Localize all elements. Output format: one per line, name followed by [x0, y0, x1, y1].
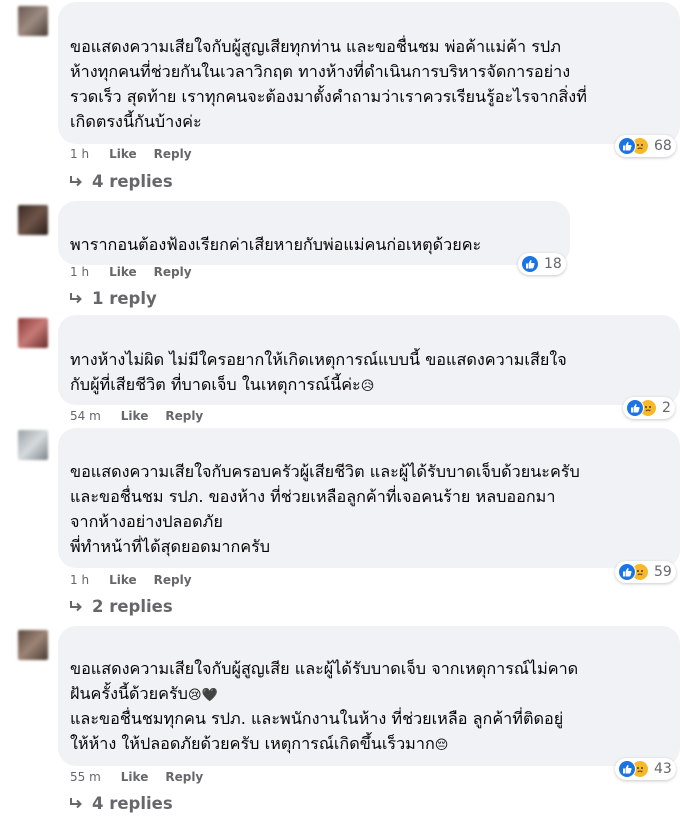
reply-button[interactable]: Reply	[154, 573, 192, 587]
crying-heart-emoji: 😢🖤	[187, 688, 218, 703]
reply-button[interactable]: Reply	[165, 770, 203, 784]
avatar[interactable]	[18, 630, 48, 660]
like-button[interactable]: Like	[109, 265, 137, 279]
timestamp[interactable]: 1 h	[70, 573, 89, 587]
replies-count: 1 reply	[92, 289, 157, 308]
reaction-summary[interactable]: 2	[623, 397, 675, 419]
like-button[interactable]: Like	[121, 770, 149, 784]
reaction-count: 43	[654, 761, 672, 777]
comment-text: ทางห้างไม่ผิด ไม่มีใครอยากให้เกิดเหตุการ…	[70, 347, 567, 397]
reply-arrow-icon	[70, 176, 82, 187]
comment-meta: 1 h Like Reply	[70, 147, 209, 161]
comment-meta: 1 h Like Reply	[70, 265, 209, 279]
comment-line: เกิดตรงนี้กันบ้างค่ะ	[70, 112, 202, 131]
reply-arrow-icon	[70, 293, 82, 304]
reaction-count: 68	[654, 138, 672, 154]
reaction-count: 59	[654, 564, 672, 580]
comment-feed: ขอแสดงความเสียใจกับผู้สูญเสียทุกท่าน และ…	[0, 0, 700, 820]
replies-count: 4 replies	[92, 794, 173, 813]
reaction-summary[interactable]: 59	[615, 561, 676, 583]
replies-count: 2 replies	[92, 597, 173, 616]
comment-line: ฝันครั้งนี้ด้วยครับ	[70, 684, 188, 703]
comment-text: ขอแสดงความเสียใจกับผู้สูญเสียทุกท่าน และ…	[70, 34, 587, 134]
reply-button[interactable]: Reply	[165, 409, 203, 423]
comment-text: พารากอนต้องฟ้องเรียกค่าเสียหายกับพ่อแม่ค…	[70, 232, 481, 257]
pensive-emoji: 😔	[434, 738, 449, 753]
timestamp[interactable]: 1 h	[70, 147, 89, 161]
sad-emoji: 😥	[360, 379, 375, 394]
reply-arrow-icon	[70, 798, 82, 809]
timestamp[interactable]: 1 h	[70, 265, 89, 279]
view-replies-link[interactable]: 1 reply	[68, 289, 157, 308]
like-button[interactable]: Like	[109, 147, 137, 161]
comment-line: รวดเร็ว สุดท้าย เราทุกคนจะต้องมาตั้งคำถา…	[70, 87, 587, 106]
view-replies-link[interactable]: 2 replies	[68, 597, 173, 616]
avatar[interactable]	[18, 318, 48, 348]
reaction-summary[interactable]: 18	[518, 253, 566, 275]
comment-line: ให้ห้าง ให้ปลอดภัยด้วยครับ เหตุการณ์เกิด…	[70, 734, 435, 753]
comment-line: และขอชื่นชม รปภ. ของห้าง ที่ช่วยเหลือลูก…	[70, 487, 556, 506]
timestamp[interactable]: 54 m	[70, 409, 101, 423]
comment-line: พารากอนต้องฟ้องเรียกค่าเสียหายกับพ่อแม่ค…	[70, 235, 482, 254]
comment-meta: 1 h Like Reply	[70, 573, 209, 587]
reaction-count: 2	[662, 400, 671, 416]
like-button[interactable]: Like	[121, 409, 149, 423]
comment-text: ขอแสดงความเสียใจกับผู้สูญเสีย และผู้ได้ร…	[70, 656, 578, 756]
like-icon	[521, 255, 539, 273]
like-icon	[626, 399, 644, 417]
like-icon	[618, 760, 636, 778]
replies-count: 4 replies	[92, 172, 173, 191]
reply-button[interactable]: Reply	[154, 147, 192, 161]
timestamp[interactable]: 55 m	[70, 770, 101, 784]
comment-line: ห้างทุกคนที่ช่วยกันในเวลาวิกฤต ทางห้างที…	[70, 62, 571, 81]
comment-line: และขอชื่นชมทุกคน รปภ. และพนักงานในห้าง ท…	[70, 709, 564, 728]
like-icon	[618, 563, 636, 581]
comment-meta: 54 m Like Reply	[70, 409, 220, 423]
reply-arrow-icon	[70, 601, 82, 612]
view-replies-link[interactable]: 4 replies	[68, 172, 173, 191]
comment-line: พี่ทำหน้าที่ได้สุดยอดมากครับ	[70, 537, 271, 556]
avatar[interactable]	[18, 205, 48, 235]
reaction-summary[interactable]: 68	[615, 135, 676, 157]
comment-meta: 55 m Like Reply	[70, 770, 220, 784]
avatar[interactable]	[18, 6, 48, 36]
comment-text: ขอแสดงความเสียใจกับครอบครัวผู้เสียชีวิต …	[70, 459, 580, 559]
like-icon	[618, 137, 636, 155]
reaction-summary[interactable]: 43	[615, 758, 676, 780]
comment-line: จากห้างอย่างปลอดภัย	[70, 512, 223, 531]
reply-button[interactable]: Reply	[154, 265, 192, 279]
comment-line: ขอแสดงความเสียใจกับผู้สูญเสียทุกท่าน และ…	[70, 37, 561, 56]
reaction-count: 18	[544, 256, 562, 272]
comment-line: ขอแสดงความเสียใจกับครอบครัวผู้เสียชีวิต …	[70, 462, 580, 481]
comment-line: ทางห้างไม่ผิด ไม่มีใครอยากให้เกิดเหตุการ…	[70, 350, 567, 369]
comment-line: ขอแสดงความเสียใจกับผู้สูญเสีย และผู้ได้ร…	[70, 659, 579, 678]
comment-line: กับผู้ที่เสียชีวิต ที่บาดเจ็บ ในเหตุการณ…	[70, 375, 361, 394]
like-button[interactable]: Like	[109, 573, 137, 587]
view-replies-link[interactable]: 4 replies	[68, 794, 173, 813]
avatar[interactable]	[18, 430, 48, 460]
